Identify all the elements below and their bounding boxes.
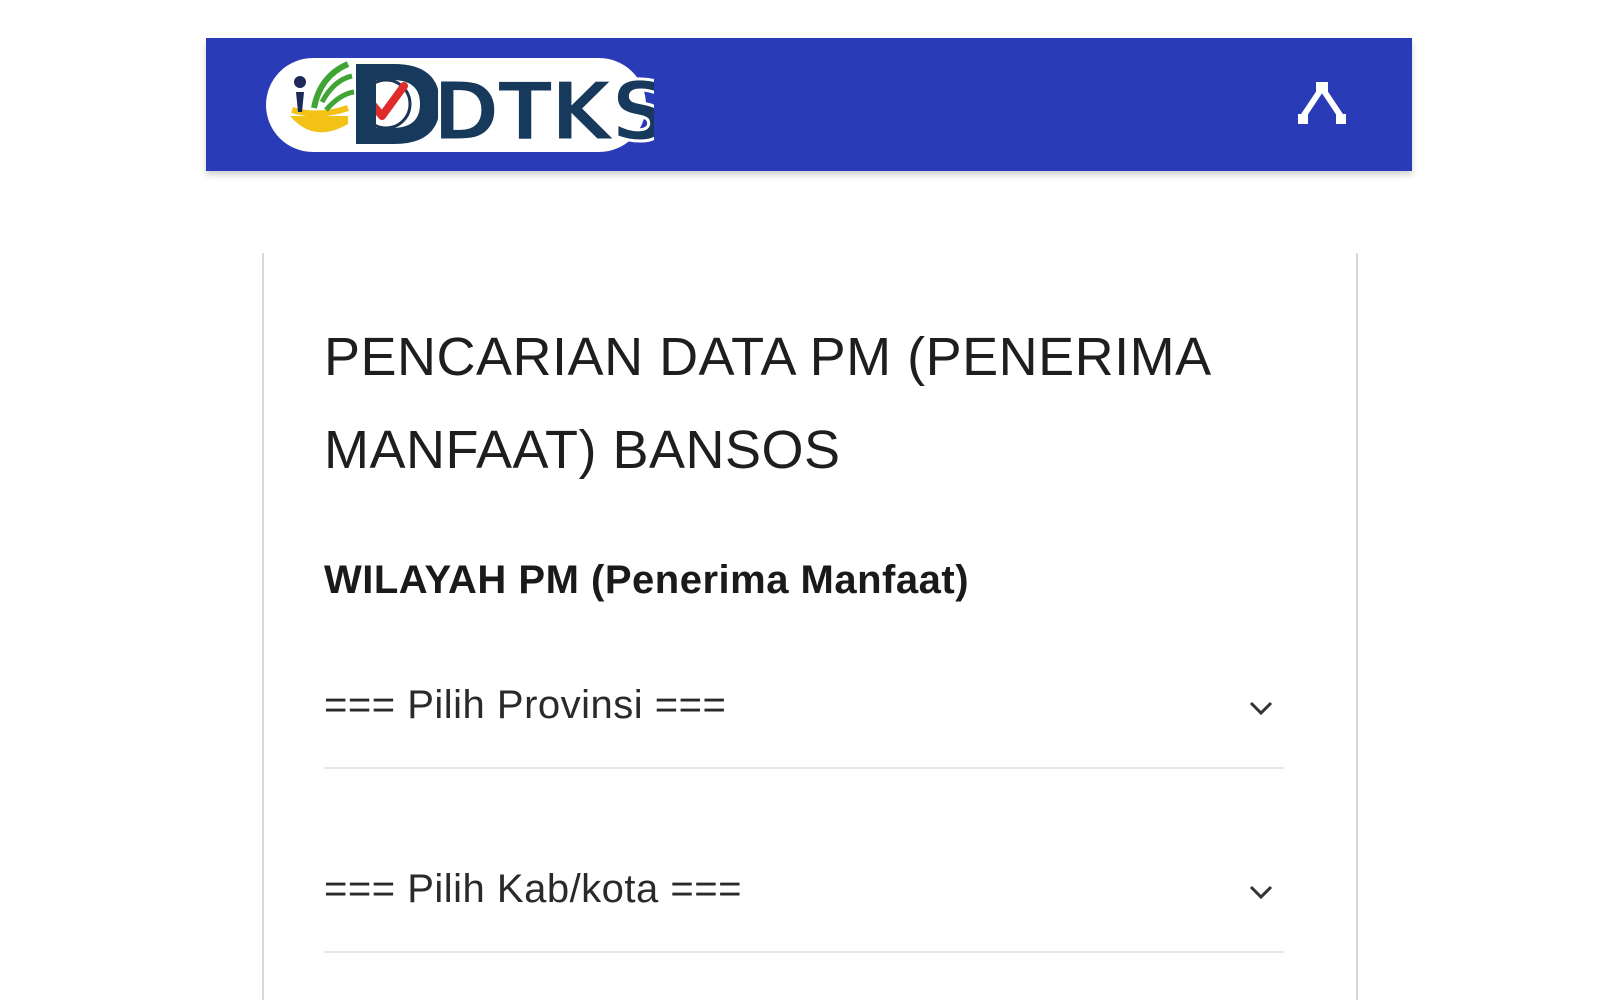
search-card: PENCARIAN DATA PM (PENERIMA MANFAAT) BAN…: [262, 253, 1358, 1000]
dtks-logo[interactable]: DTKS: [264, 46, 654, 164]
page-title: PENCARIAN DATA PM (PENERIMA MANFAAT) BAN…: [324, 327, 1209, 480]
region-section-label: WILAYAH PM (Penerima Manfaat): [324, 558, 970, 602]
regency-city-select[interactable]: === Pilih Kab/kota ===: [324, 853, 1284, 953]
app-header: DTKS: [206, 38, 1412, 171]
logo-text: DTKS: [432, 65, 654, 160]
chevron-down-icon: [1248, 699, 1274, 717]
chevron-up-icon: [1298, 82, 1346, 124]
chevron-down-icon: [1248, 883, 1274, 901]
regency-city-select-value: === Pilih Kab/kota ===: [324, 867, 742, 911]
page: DTKS PENCARIAN DATA PM (PENERIMA MANFAAT…: [0, 0, 1600, 1000]
dtks-logo-graphic: DTKS: [266, 58, 654, 162]
province-select-value: === Pilih Provinsi ===: [324, 683, 727, 727]
province-select[interactable]: === Pilih Provinsi ===: [324, 669, 1284, 769]
menu-toggle-button[interactable]: [1294, 74, 1350, 130]
